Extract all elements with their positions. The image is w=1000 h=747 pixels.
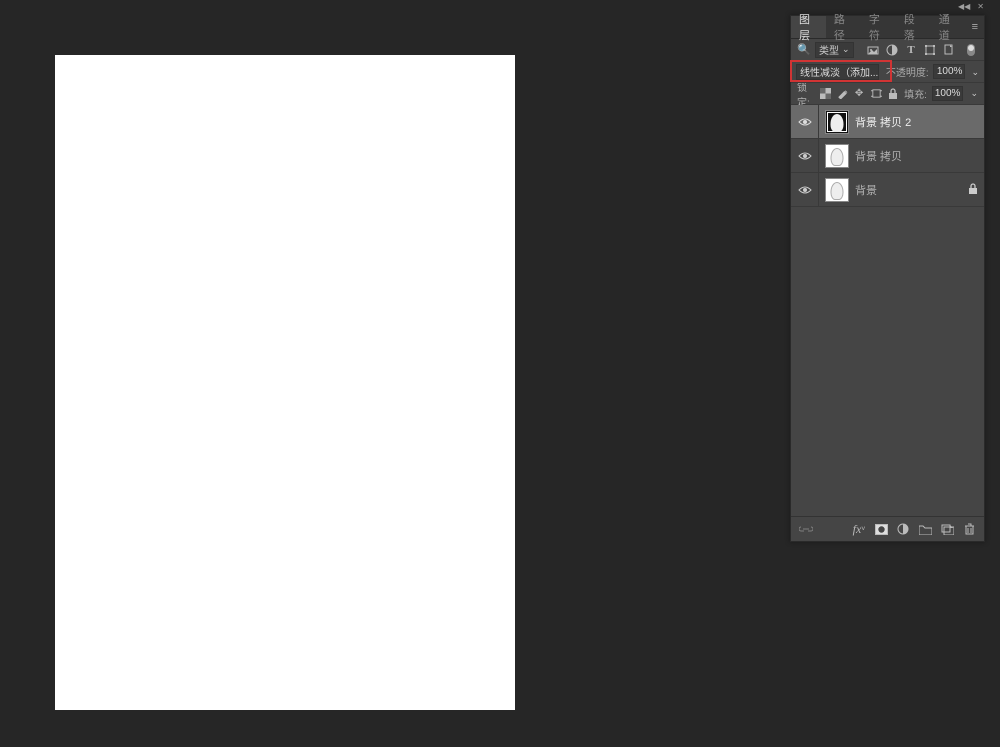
search-icon: 🔍 (797, 43, 811, 57)
layer-thumbnail[interactable] (825, 178, 849, 202)
layer-style-icon[interactable]: fx˅ (852, 522, 866, 536)
layer-row[interactable]: 背景 拷贝 2 (791, 105, 984, 139)
lock-icon (968, 183, 978, 197)
filter-type-icon[interactable]: T (904, 43, 918, 57)
lock-fill-row: 锁定: ✥ 填充: 100% (791, 83, 984, 105)
layer-row[interactable]: 背景 拷贝 (791, 139, 984, 173)
filter-toggle-icon[interactable] (964, 43, 978, 57)
panel-menu-icon[interactable]: ≡ (966, 21, 984, 33)
filter-type-label: 类型 (819, 42, 839, 57)
canvas[interactable] (55, 55, 515, 710)
filter-type-select[interactable]: 类型 (815, 42, 854, 58)
tab-layers[interactable]: 图层 (791, 16, 826, 38)
layers-panel: 图层 路径 字符 段落 通道 ≡ 🔍 类型 T (790, 15, 985, 542)
lock-all-icon[interactable] (887, 88, 899, 100)
blend-opacity-row: 线性减淡（添加... 不透明度: 100% (791, 61, 984, 83)
fill-input[interactable]: 100% (932, 86, 964, 101)
delete-layer-icon[interactable] (962, 522, 976, 536)
blend-mode-value: 线性减淡（添加... (800, 64, 878, 79)
layer-row[interactable]: 背景 (791, 173, 984, 207)
tab-paragraph[interactable]: 段落 (896, 16, 931, 38)
layer-name[interactable]: 背景 拷贝 (855, 148, 902, 164)
layer-thumbnail[interactable] (825, 144, 849, 168)
adjustment-layer-icon[interactable] (896, 522, 910, 536)
layer-thumbnail[interactable] (825, 110, 849, 134)
panel-collapse-controls[interactable]: ◀◀✕ (958, 2, 984, 11)
layer-name[interactable]: 背景 (855, 182, 877, 198)
fill-label: 填充: (904, 86, 927, 101)
chevron-down-icon (842, 44, 850, 55)
lock-pixels-icon[interactable] (836, 88, 848, 100)
lock-position-icon[interactable]: ✥ (853, 88, 865, 100)
visibility-toggle[interactable] (791, 173, 819, 206)
tab-character[interactable]: 字符 (861, 16, 896, 38)
layer-mask-icon[interactable] (874, 522, 888, 536)
layers-list: 背景 拷贝 2 背景 拷贝 背景 (791, 105, 984, 207)
blend-mode-select[interactable]: 线性减淡（添加... (796, 64, 879, 80)
chevron-down-icon[interactable] (970, 88, 978, 99)
panel-tab-strip: 图层 路径 字符 段落 通道 ≡ (791, 16, 984, 39)
chevron-down-icon (878, 66, 879, 77)
filter-shape-icon[interactable] (923, 43, 937, 57)
group-icon[interactable] (918, 522, 932, 536)
opacity-label: 不透明度: (886, 64, 929, 79)
layer-name[interactable]: 背景 拷贝 2 (855, 114, 911, 130)
tab-paths[interactable]: 路径 (826, 16, 861, 38)
lock-label: 锁定: (797, 79, 814, 109)
filter-smartobject-icon[interactable] (942, 43, 956, 57)
layers-empty-area[interactable] (791, 207, 984, 517)
lock-artboard-icon[interactable] (870, 88, 882, 100)
chevron-down-icon[interactable] (971, 66, 979, 78)
new-layer-icon[interactable] (940, 522, 954, 536)
lock-transparency-icon[interactable] (819, 88, 831, 100)
opacity-input[interactable]: 100% (933, 64, 966, 79)
tab-channels[interactable]: 通道 (931, 16, 966, 38)
visibility-toggle[interactable] (791, 139, 819, 172)
filter-adjustment-icon[interactable] (885, 43, 899, 57)
link-layers-icon[interactable] (799, 522, 813, 536)
filter-pixel-icon[interactable] (866, 43, 880, 57)
layers-bottom-bar: fx˅ (791, 517, 984, 541)
visibility-toggle[interactable] (791, 105, 819, 138)
